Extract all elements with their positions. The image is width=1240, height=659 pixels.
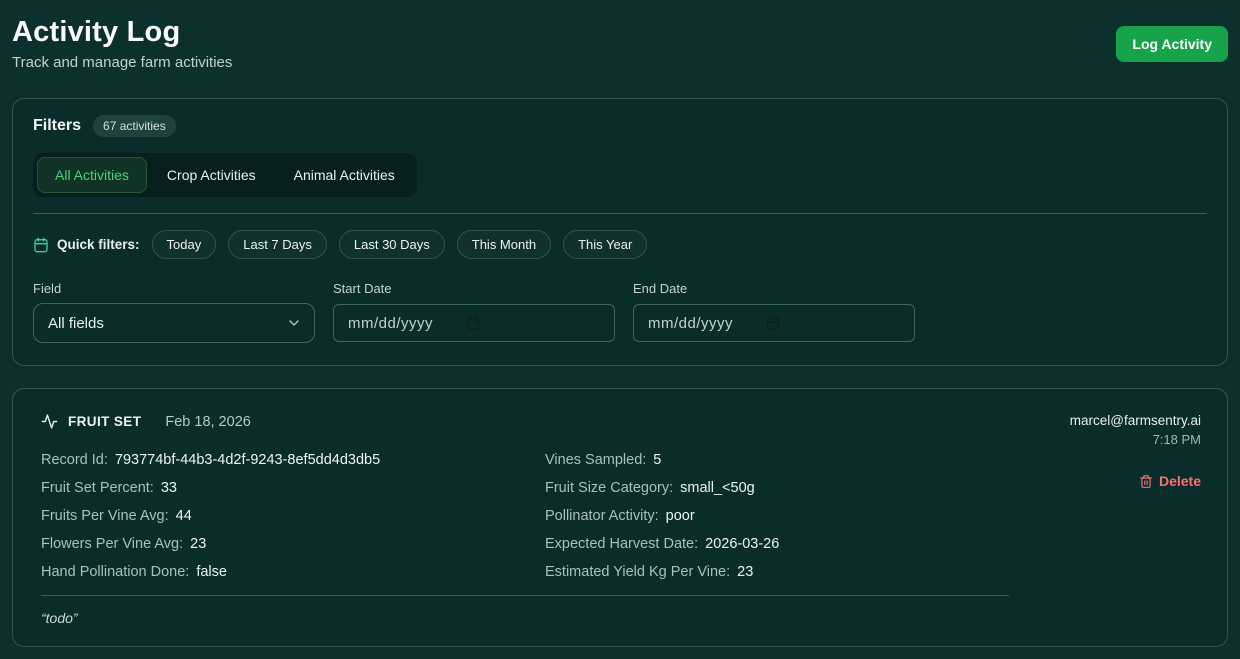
field-row: Fruit Set Percent: 33 bbox=[41, 480, 505, 496]
activity-note-divider bbox=[41, 595, 1009, 596]
activity-time: 7:18 PM bbox=[1021, 432, 1201, 447]
field-label: Expected Harvest Date: bbox=[545, 536, 698, 552]
field-value: 33 bbox=[161, 480, 177, 496]
calendar-icon[interactable] bbox=[766, 316, 780, 330]
field-select[interactable]: All fields bbox=[33, 303, 315, 343]
filters-title: Filters bbox=[33, 117, 81, 135]
activity-icon bbox=[41, 413, 58, 430]
filters-head: Filters 67 activities bbox=[33, 115, 1207, 137]
activity-note: “todo” bbox=[41, 610, 1009, 626]
trash-icon bbox=[1139, 474, 1153, 489]
field-row: Hand Pollination Done: false bbox=[41, 564, 505, 580]
field-value: false bbox=[196, 564, 227, 580]
field-label: Flowers Per Vine Avg: bbox=[41, 536, 183, 552]
log-activity-button[interactable]: Log Activity bbox=[1116, 26, 1228, 62]
filter-form-row: Field All fields Start Date bbox=[33, 281, 1207, 343]
quick-filter-last-30-days[interactable]: Last 30 Days bbox=[339, 230, 445, 259]
calendar-icon bbox=[33, 237, 49, 253]
end-date-group: End Date bbox=[633, 281, 915, 343]
field-label: Vines Sampled: bbox=[545, 452, 646, 468]
activity-user-email: marcel@farmsentry.ai bbox=[1021, 413, 1201, 428]
calendar-icon[interactable] bbox=[466, 316, 480, 330]
chevron-down-icon bbox=[286, 315, 302, 331]
field-row: Estimated Yield Kg Per Vine: 23 bbox=[545, 564, 1009, 580]
field-label: Record Id: bbox=[41, 452, 108, 468]
activity-meta: marcel@farmsentry.ai 7:18 PM Delete bbox=[1021, 413, 1201, 626]
start-date-input[interactable] bbox=[348, 315, 456, 332]
field-row: Flowers Per Vine Avg: 23 bbox=[41, 536, 505, 552]
field-row: Pollinator Activity: poor bbox=[545, 508, 1009, 524]
activity-header: FRUIT SET Feb 18, 2026 bbox=[41, 413, 1009, 430]
start-date-group: Start Date bbox=[333, 281, 615, 343]
start-date-label: Start Date bbox=[333, 281, 615, 296]
activity-log-page: Activity Log Track and manage farm activ… bbox=[0, 0, 1240, 647]
quick-filter-this-month[interactable]: This Month bbox=[457, 230, 551, 259]
field-label: Fruit Size Category: bbox=[545, 480, 673, 496]
end-date-label: End Date bbox=[633, 281, 915, 296]
header-titles: Activity Log Track and manage farm activ… bbox=[12, 14, 232, 73]
delete-label: Delete bbox=[1159, 473, 1201, 489]
tab-all-activities[interactable]: All Activities bbox=[37, 157, 147, 193]
field-value: 5 bbox=[653, 452, 661, 468]
tab-crop-activities[interactable]: Crop Activities bbox=[149, 157, 274, 193]
field-row: Record Id: 793774bf-44b3-4d2f-9243-8ef5dd… bbox=[41, 452, 505, 468]
delete-activity-button[interactable]: Delete bbox=[1139, 473, 1201, 489]
page-subtitle: Track and manage farm activities bbox=[12, 53, 232, 73]
filters-divider bbox=[33, 213, 1207, 214]
end-date-field[interactable] bbox=[633, 304, 915, 342]
page-header: Activity Log Track and manage farm activ… bbox=[12, 0, 1228, 73]
field-value: poor bbox=[666, 508, 695, 524]
field-value: small_<50g bbox=[680, 480, 755, 496]
field-row: Fruits Per Vine Avg: 44 bbox=[41, 508, 505, 524]
field-label: Pollinator Activity: bbox=[545, 508, 659, 524]
quick-filter-this-year[interactable]: This Year bbox=[563, 230, 647, 259]
field-label: Field bbox=[33, 281, 315, 296]
quick-filters-row: Quick filters: Today Last 7 Days Last 30… bbox=[33, 230, 1207, 259]
quick-filter-last-7-days[interactable]: Last 7 Days bbox=[228, 230, 327, 259]
field-value: 23 bbox=[737, 564, 753, 580]
field-row: Fruit Size Category: small_<50g bbox=[545, 480, 1009, 496]
field-value: 44 bbox=[176, 508, 192, 524]
start-date-field[interactable] bbox=[333, 304, 615, 342]
filters-card: Filters 67 activities All Activities Cro… bbox=[12, 98, 1228, 366]
end-date-input[interactable] bbox=[648, 315, 756, 332]
field-label: Fruit Set Percent: bbox=[41, 480, 154, 496]
quick-filter-today[interactable]: Today bbox=[152, 230, 217, 259]
field-value: 2026-03-26 bbox=[705, 536, 779, 552]
tab-animal-activities[interactable]: Animal Activities bbox=[276, 157, 413, 193]
field-label: Fruits Per Vine Avg: bbox=[41, 508, 169, 524]
field-filter-group: Field All fields bbox=[33, 281, 315, 343]
field-value: 793774bf-44b3-4d2f-9243-8ef5dd4d3db5 bbox=[115, 452, 380, 468]
activities-count-badge: 67 activities bbox=[93, 115, 176, 137]
field-select-value: All fields bbox=[48, 315, 104, 332]
field-row: Vines Sampled: 5 bbox=[545, 452, 1009, 468]
activity-type-tabs: All Activities Crop Activities Animal Ac… bbox=[33, 153, 417, 197]
quick-filters-label-group: Quick filters: bbox=[33, 237, 140, 253]
field-row: Expected Harvest Date: 2026-03-26 bbox=[545, 536, 1009, 552]
activity-main: FRUIT SET Feb 18, 2026 Record Id: 793774b… bbox=[41, 413, 1009, 626]
activity-type: FRUIT SET bbox=[68, 414, 141, 429]
activity-fields-grid: Record Id: 793774bf-44b3-4d2f-9243-8ef5dd… bbox=[41, 446, 1009, 586]
field-label: Estimated Yield Kg Per Vine: bbox=[545, 564, 730, 580]
activity-date: Feb 18, 2026 bbox=[165, 414, 250, 430]
activity-card: FRUIT SET Feb 18, 2026 Record Id: 793774b… bbox=[12, 388, 1228, 647]
page-title: Activity Log bbox=[12, 14, 232, 50]
field-label: Hand Pollination Done: bbox=[41, 564, 189, 580]
quick-filters-label: Quick filters: bbox=[57, 237, 140, 252]
field-value: 23 bbox=[190, 536, 206, 552]
